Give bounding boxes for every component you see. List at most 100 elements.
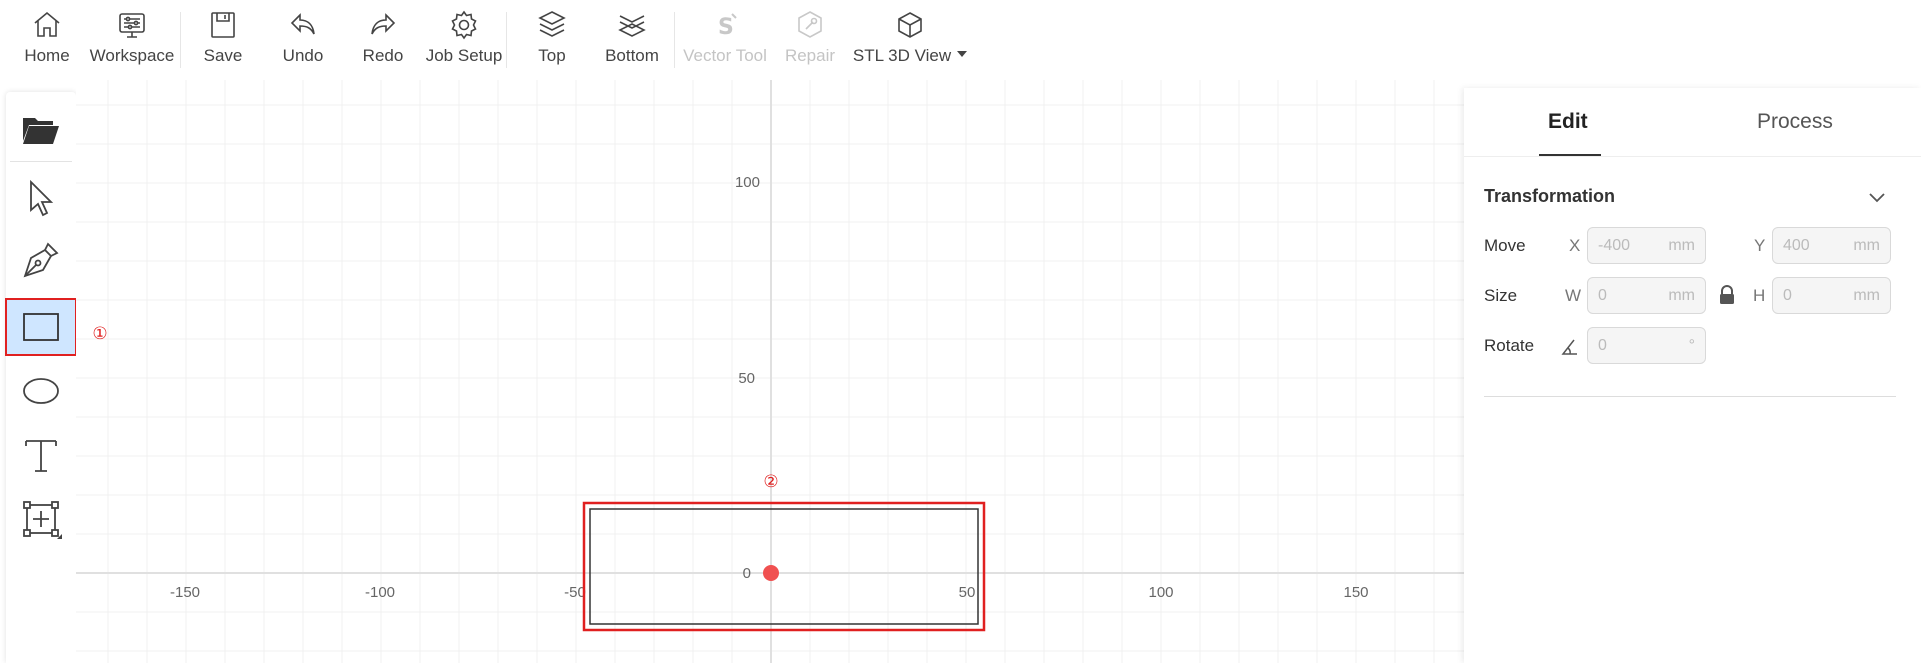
x-tick-label: -50: [564, 584, 586, 601]
workspace-label: Workspace: [89, 46, 175, 65]
selection-highlight: [582, 501, 986, 632]
move-x-placeholder: -400: [1598, 236, 1631, 254]
origin-marker: [763, 565, 779, 581]
save-button[interactable]: Save: [198, 8, 248, 74]
job-setup-label: Job Setup: [425, 46, 503, 65]
x-tick-label: 100: [1148, 584, 1173, 601]
y-tick-label: 100: [735, 174, 760, 191]
home-icon: [34, 11, 60, 37]
save-icon: [211, 12, 235, 38]
rotate-unit: °: [1688, 336, 1695, 354]
job-setup-button[interactable]: Job Setup: [423, 8, 505, 74]
y-tick-label: 0: [743, 565, 751, 582]
stl-3d-view-label: STL 3D View: [853, 46, 968, 66]
move-label: Move: [1484, 236, 1526, 255]
workspace-icon: [119, 13, 145, 38]
transformation-section-title: Transformation: [1484, 186, 1616, 206]
layers-top-icon: [538, 11, 566, 37]
vector-tool-button[interactable]: S Vector Tool: [680, 8, 770, 74]
move-x-unit: mm: [1668, 236, 1695, 254]
y-letter: Y: [1754, 236, 1766, 255]
home-label: Home: [24, 46, 70, 65]
insert-tool[interactable]: [6, 490, 76, 548]
svg-text:S: S: [718, 15, 734, 40]
rotate-input[interactable]: 0 °: [1587, 327, 1706, 364]
toolbar-divider: [506, 12, 507, 68]
home-button[interactable]: Home: [20, 8, 74, 74]
chevron-down-icon[interactable]: [1866, 186, 1888, 208]
folder-icon: [23, 118, 59, 144]
pointer-icon: [30, 179, 54, 217]
text-icon: [25, 440, 57, 472]
x-tick-label: -150: [170, 584, 200, 601]
tab-process[interactable]: Process: [1757, 110, 1833, 134]
x-tick-label: -100: [365, 584, 395, 601]
workspace-button[interactable]: Workspace: [86, 8, 178, 74]
top-label: Top: [538, 46, 566, 65]
redo-button[interactable]: Redo: [358, 8, 408, 74]
annotation-marker-1: ①: [92, 324, 107, 344]
move-y-unit: mm: [1853, 236, 1880, 254]
move-y-placeholder: 400: [1783, 236, 1810, 254]
ellipse-tool[interactable]: [6, 362, 76, 420]
undo-label: Undo: [282, 46, 324, 65]
size-h-placeholder: 0: [1783, 286, 1792, 304]
select-tool[interactable]: [6, 169, 76, 227]
redo-label: Redo: [362, 46, 404, 65]
repair-icon: [798, 11, 822, 38]
text-tool[interactable]: [6, 426, 76, 484]
tabs-divider: [1464, 156, 1921, 157]
properties-panel: Edit Process Transformation Move X -400 …: [1464, 88, 1921, 663]
size-w-unit: mm: [1668, 286, 1695, 304]
tool-panel: [5, 92, 77, 663]
move-x-input[interactable]: -400 mm: [1587, 227, 1706, 264]
size-w-input[interactable]: 0 mm: [1587, 277, 1706, 314]
toolbar-divider: [674, 12, 675, 68]
design-canvas[interactable]: -150 -100 -50 50 100 150 100 50 0 ② ①: [76, 80, 1464, 663]
caret-down-icon: [957, 50, 968, 57]
save-label: Save: [203, 46, 243, 65]
ellipse-icon: [23, 378, 59, 404]
canvas-grid: -150 -100 -50 50 100 150 100 50 0 ② ①: [76, 80, 1464, 663]
size-h-unit: mm: [1853, 286, 1880, 304]
bottom-label: Bottom: [605, 46, 659, 65]
tab-edit[interactable]: Edit: [1548, 110, 1588, 134]
pen-nib-icon: [23, 242, 59, 278]
angle-icon: [1561, 339, 1577, 355]
h-letter: H: [1753, 286, 1766, 305]
move-y-input[interactable]: 400 mm: [1772, 227, 1891, 264]
annotation-marker-2: ②: [763, 472, 778, 492]
rectangle-tool[interactable]: [5, 298, 77, 356]
rotate-placeholder: 0: [1598, 336, 1607, 354]
x-tick-label: 150: [1343, 584, 1368, 601]
size-h-input[interactable]: 0 mm: [1772, 277, 1891, 314]
lock-icon[interactable]: [1718, 285, 1736, 305]
size-label: Size: [1484, 286, 1518, 305]
tool-divider: [10, 161, 72, 162]
undo-icon: [290, 13, 315, 35]
cube-icon: [898, 12, 922, 38]
vector-tool-label: Vector Tool: [683, 46, 767, 65]
w-letter: W: [1565, 286, 1582, 305]
layers-bottom-icon: [618, 15, 646, 37]
rectangle-icon: [23, 313, 59, 341]
bottom-button[interactable]: Bottom: [603, 8, 661, 74]
top-button[interactable]: Top: [531, 8, 573, 74]
y-tick-label: 50: [738, 370, 755, 387]
x-letter: X: [1569, 236, 1581, 255]
x-tick-label: 50: [959, 584, 976, 601]
pen-tool[interactable]: [6, 231, 76, 289]
undo-button[interactable]: Undo: [278, 8, 328, 74]
stl-3d-view-dropdown[interactable]: STL 3D View: [850, 8, 970, 74]
repair-label: Repair: [784, 46, 836, 65]
rotate-label: Rotate: [1484, 336, 1535, 355]
section-divider: [1484, 396, 1896, 397]
open-file-button[interactable]: [6, 101, 76, 159]
repair-button[interactable]: Repair: [785, 8, 835, 74]
drawn-rectangle[interactable]: [589, 508, 979, 625]
gear-icon: [451, 10, 477, 40]
toolbar-divider: [180, 12, 181, 68]
main-toolbar: Home Workspace Save Undo Redo Job Setup …: [0, 0, 1921, 80]
frame-plus-icon: [23, 501, 62, 539]
size-w-placeholder: 0: [1598, 286, 1607, 304]
